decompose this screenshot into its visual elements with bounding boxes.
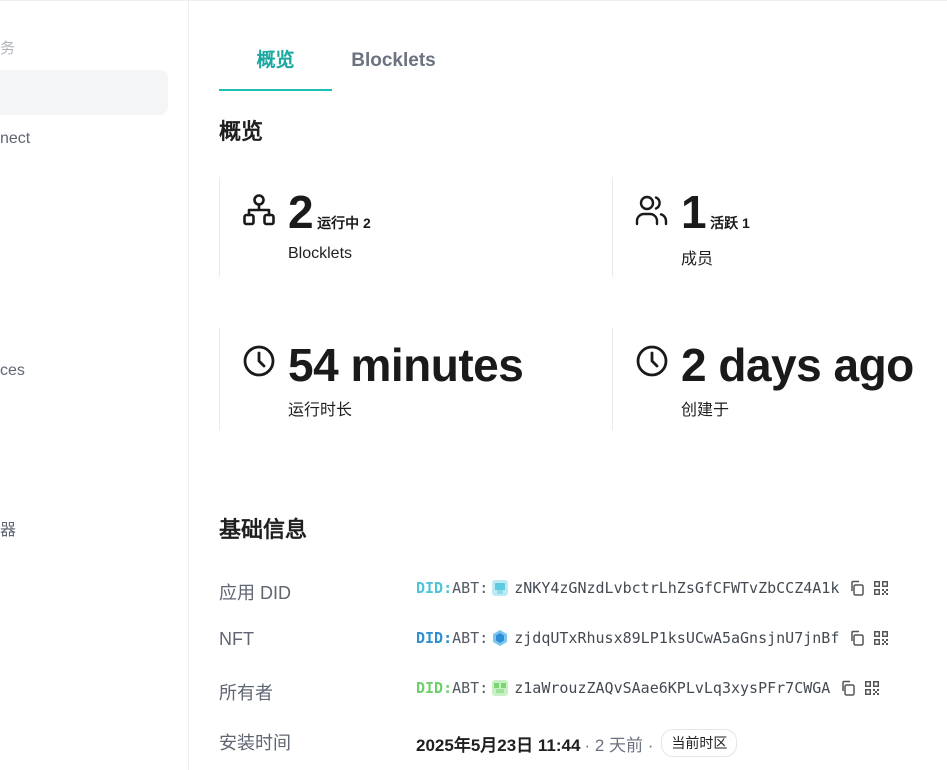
tab-blocklets[interactable]: Blocklets	[332, 44, 455, 91]
stat-label: 运行时长	[288, 402, 353, 419]
owner-avatar-icon	[492, 680, 509, 696]
tab-overview[interactable]: 概览	[219, 44, 332, 91]
users-icon	[635, 195, 668, 226]
copy-icon[interactable]	[840, 680, 856, 696]
info-value-nft: DID: ABT: zjdqUTxRhusx89LP1ksUCwA5aGnsjnU…	[416, 629, 889, 647]
stat-label: 成员	[681, 251, 714, 268]
tab-bar: 概览 Blocklets	[219, 44, 947, 91]
qrcode-icon[interactable]	[873, 630, 889, 646]
copy-icon[interactable]	[849, 630, 865, 646]
stat-card-blocklets: 2 运行中 2 Blocklets	[219, 177, 613, 277]
sidebar-item-connect[interactable]: nect	[0, 130, 30, 148]
info-value-app-did: DID: ABT: zNKY4zGNzdLvbctrLhZsGfCFWTvZbCC…	[416, 579, 889, 597]
stat-card-members: 1 活跃 1 成员	[612, 177, 947, 277]
sidebar-item-services[interactable]: ces	[0, 362, 25, 380]
did-abt: ABT:	[452, 579, 489, 597]
basic-info-heading: 基础信息	[219, 517, 308, 542]
did-abt: ABT:	[452, 629, 489, 647]
sidebar-item-server[interactable]: 器	[0, 516, 16, 540]
did-avatar-icon	[492, 580, 509, 596]
info-label-app-did: 应用 DID	[219, 583, 291, 603]
did-value[interactable]: zNKY4zGNzdLvbctrLhZsGfCFWTvZbCCZ4A1k	[514, 579, 839, 597]
network-icon	[243, 194, 275, 226]
did-abt: ABT:	[452, 679, 489, 697]
did-value[interactable]: z1aWrouzZAQvSAae6KPLvLq3xysPFr7CWGA	[514, 679, 830, 697]
info-label-owner: 所有者	[219, 683, 273, 703]
stat-card-created: 2 days ago 创建于	[612, 328, 947, 430]
stat-label: 创建于	[681, 402, 730, 419]
sidebar-section-label: 务	[0, 40, 16, 57]
did-value[interactable]: zjdqUTxRhusx89LP1ksUCwA5aGnsjnU7jnBf	[514, 629, 839, 647]
stat-value: 1	[681, 186, 707, 238]
overview-heading: 概览	[219, 119, 264, 144]
qrcode-icon[interactable]	[864, 680, 880, 696]
nft-avatar-icon	[493, 630, 508, 646]
clock-icon	[243, 345, 275, 377]
stat-label: Blocklets	[288, 245, 353, 262]
info-value-owner: DID: ABT: z1aWrouzZAQvSAae6KPLvLq3xysPFr7…	[416, 679, 880, 697]
info-label-install-time: 安装时间	[219, 733, 291, 753]
stat-value: 54 minutes	[288, 339, 524, 391]
install-time: 2025年5月23日 11:44	[416, 735, 581, 755]
stat-value: 2	[288, 186, 314, 238]
did-prefix: DID:	[416, 579, 453, 597]
stat-sub: 活跃 1	[710, 215, 750, 231]
did-prefix: DID:	[416, 679, 453, 697]
did-prefix: DID:	[416, 629, 453, 647]
sidebar-item-active[interactable]	[0, 70, 168, 115]
stat-value: 2 days ago	[681, 339, 914, 391]
timezone-badge[interactable]: 当前时区	[661, 729, 738, 757]
qrcode-icon[interactable]	[873, 580, 889, 596]
stat-card-uptime: 54 minutes 运行时长	[219, 328, 613, 430]
copy-icon[interactable]	[849, 580, 865, 596]
install-time-relative: · 2 天前 ·	[584, 735, 654, 755]
clock-icon	[636, 345, 668, 377]
sidebar: 务 nect ces 器	[0, 0, 189, 770]
info-value-install-time: 2025年5月23日 11:44 · 2 天前 · 当前时区	[416, 729, 738, 757]
info-label-nft: NFT	[219, 629, 254, 649]
stat-sub: 运行中 2	[317, 215, 371, 231]
